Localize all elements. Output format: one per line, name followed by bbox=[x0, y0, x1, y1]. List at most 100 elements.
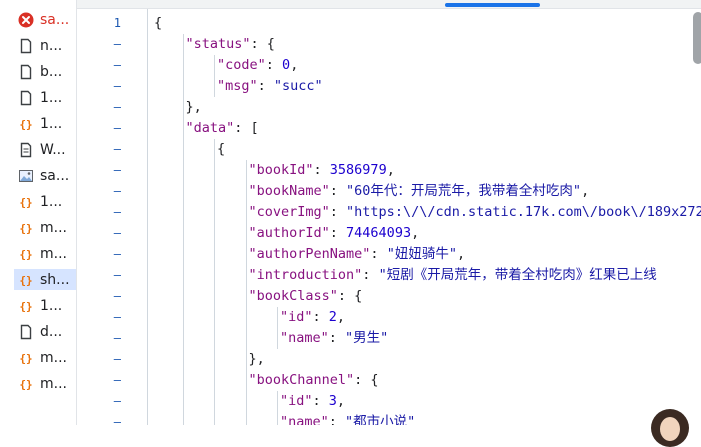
request-list-item[interactable]: {}m... bbox=[14, 347, 76, 368]
code-line: { bbox=[217, 139, 225, 160]
json-icon: {} bbox=[18, 350, 34, 366]
json-key: "data" bbox=[186, 120, 235, 136]
request-list-item[interactable]: {}m... bbox=[14, 243, 76, 264]
line-number: – bbox=[91, 181, 121, 202]
json-key: "bookClass" bbox=[249, 288, 338, 304]
json-key: "name" bbox=[280, 414, 329, 425]
request-name: 1... bbox=[40, 298, 62, 314]
code-line: "authorPenName": "妞妞骑牛", bbox=[249, 244, 466, 265]
request-list-item[interactable]: {} 1... bbox=[14, 295, 76, 316]
line-number: – bbox=[91, 307, 121, 328]
avatar[interactable] bbox=[651, 409, 689, 447]
request-list-sidebar: sa...n...b...1...{}1...W...sa...{}1...{}… bbox=[0, 0, 77, 425]
line-number: – bbox=[91, 34, 121, 55]
request-list-item[interactable]: sa... bbox=[14, 9, 76, 30]
indent-guide bbox=[183, 34, 184, 425]
code-line: "bookName": "60年代：开局荒年，我带着全村吃肉", bbox=[249, 181, 590, 202]
line-number: – bbox=[91, 55, 121, 76]
line-number: – bbox=[91, 139, 121, 160]
svg-text:{}: {} bbox=[19, 274, 32, 287]
line-number: – bbox=[91, 160, 121, 181]
document-icon bbox=[18, 64, 34, 80]
json-punctuation: { bbox=[154, 15, 162, 31]
json-response-viewer: {"status": {"code": 0,"msg": "succ"},"da… bbox=[147, 9, 701, 425]
request-list-item[interactable]: {}sh... bbox=[14, 269, 76, 290]
svg-text:{}: {} bbox=[19, 352, 32, 365]
json-punctuation: { bbox=[217, 141, 225, 157]
json-key: "status" bbox=[186, 36, 251, 52]
line-number: 1 bbox=[91, 13, 121, 34]
code-line: "name": "男生" bbox=[280, 328, 388, 349]
svg-text:{}: {} bbox=[19, 300, 32, 313]
json-key: "id" bbox=[280, 393, 313, 409]
code-line: "data": [ bbox=[186, 118, 259, 139]
request-list-item[interactable]: sa... bbox=[14, 165, 76, 186]
request-list-item[interactable]: b... bbox=[14, 61, 76, 82]
json-punctuation: , bbox=[581, 183, 589, 199]
response-tab-bar bbox=[77, 0, 701, 9]
request-list-item[interactable]: {}1... bbox=[14, 191, 76, 212]
request-name: 1... bbox=[40, 90, 62, 106]
svg-text:{}: {} bbox=[19, 248, 32, 261]
json-punctuation: : { bbox=[354, 372, 378, 388]
request-list-item[interactable]: W... bbox=[14, 139, 76, 160]
line-number: – bbox=[91, 349, 121, 370]
code-line: "code": 0, bbox=[217, 55, 298, 76]
json-icon: {} bbox=[18, 376, 34, 392]
indent-guide bbox=[214, 55, 215, 97]
request-list-item[interactable]: {}m... bbox=[14, 373, 76, 394]
line-number: – bbox=[91, 244, 121, 265]
json-punctuation: : { bbox=[338, 288, 362, 304]
json-punctuation: : bbox=[329, 330, 345, 346]
json-punctuation: : [ bbox=[234, 120, 258, 136]
error-icon bbox=[18, 12, 34, 28]
line-number: – bbox=[91, 265, 121, 286]
line-number: – bbox=[91, 202, 121, 223]
json-punctuation: , bbox=[337, 309, 345, 325]
svg-text:{}: {} bbox=[19, 378, 32, 391]
request-list-item[interactable]: {}m... bbox=[14, 217, 76, 238]
json-key: "introduction" bbox=[249, 267, 363, 283]
json-key: "msg" bbox=[217, 78, 258, 94]
request-list-item[interactable]: 1... bbox=[14, 87, 76, 108]
json-punctuation: : bbox=[258, 78, 274, 94]
indent-guide bbox=[277, 391, 278, 425]
json-punctuation: : bbox=[330, 225, 346, 241]
code-line: "msg": "succ" bbox=[217, 76, 323, 97]
json-punctuation: : { bbox=[251, 36, 275, 52]
json-icon: {} bbox=[18, 272, 34, 288]
request-name: d... bbox=[40, 324, 62, 340]
request-name: b... bbox=[40, 64, 62, 80]
request-list-item[interactable]: n... bbox=[14, 35, 76, 56]
json-key: "bookChannel" bbox=[249, 372, 355, 388]
json-key: "id" bbox=[280, 309, 313, 325]
code-line: "name": "都市小说" bbox=[280, 412, 415, 425]
json-punctuation: : bbox=[266, 57, 282, 73]
image-icon bbox=[18, 168, 34, 184]
request-list-item[interactable]: {}1... bbox=[14, 113, 76, 134]
line-number: – bbox=[91, 412, 121, 433]
code-line: "introduction": "短剧《开局荒年，带着全村吃肉》红果已上线 bbox=[249, 265, 657, 286]
request-list-item[interactable]: d... bbox=[14, 321, 76, 342]
json-punctuation: : bbox=[330, 204, 346, 220]
json-icon: {} bbox=[18, 220, 34, 236]
json-punctuation: : bbox=[313, 309, 329, 325]
vertical-scrollbar-thumb[interactable] bbox=[693, 12, 701, 64]
line-number: – bbox=[91, 328, 121, 349]
json-punctuation: : bbox=[362, 267, 378, 283]
json-string: "男生" bbox=[345, 330, 388, 346]
request-name: sa... bbox=[40, 168, 69, 184]
json-number: 74464093 bbox=[346, 225, 411, 241]
line-number: – bbox=[91, 97, 121, 118]
active-tab-indicator[interactable] bbox=[445, 3, 540, 7]
line-number: – bbox=[91, 118, 121, 139]
code-line: "bookChannel": { bbox=[249, 370, 379, 391]
json-number: 2 bbox=[329, 309, 337, 325]
indent-guide bbox=[277, 307, 278, 349]
code-line: "id": 2, bbox=[280, 307, 345, 328]
request-name: sa... bbox=[40, 12, 69, 28]
json-string: "succ" bbox=[274, 78, 323, 94]
json-icon: {} bbox=[18, 116, 34, 132]
json-punctuation: : bbox=[313, 393, 329, 409]
json-punctuation: : bbox=[330, 183, 346, 199]
